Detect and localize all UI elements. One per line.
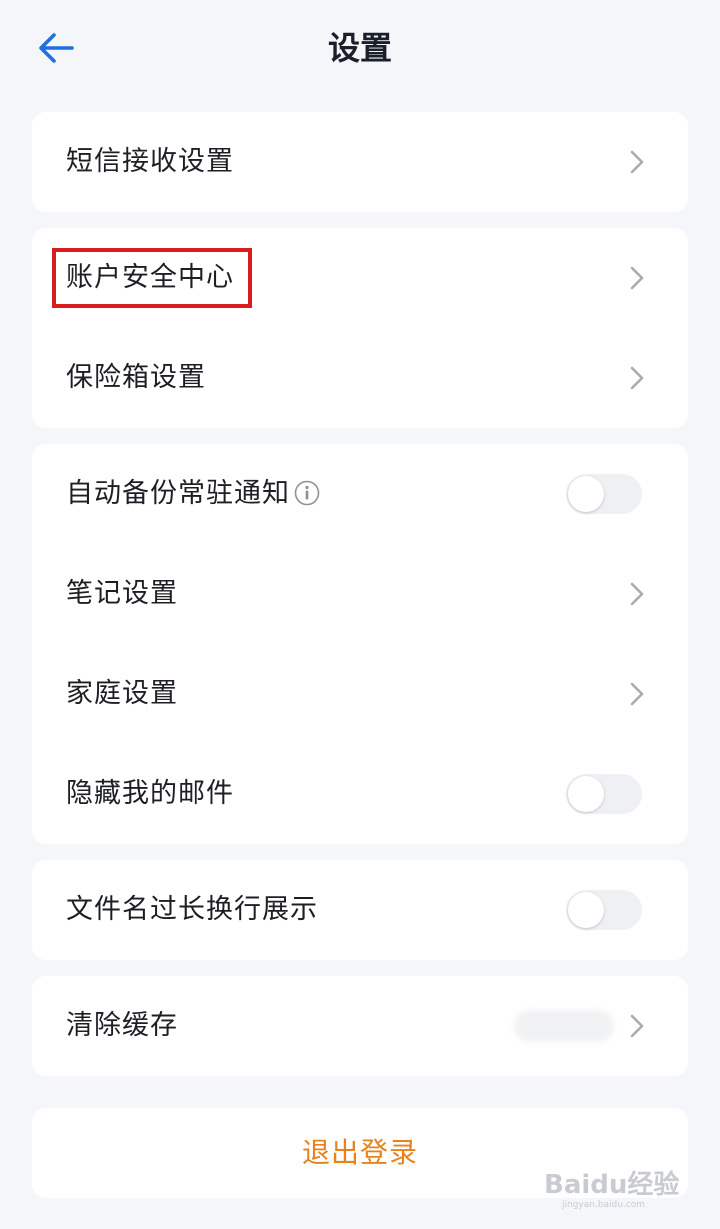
settings-group-file-names: 文件名过长换行展示 xyxy=(32,860,688,960)
hide-my-mail-toggle[interactable] xyxy=(566,774,642,814)
sms-receive-settings-label: 短信接收设置 xyxy=(66,146,234,177)
auto-backup-notification-item: 自动备份常驻通知 xyxy=(32,444,688,544)
long-filename-wrap-label: 文件名过长换行展示 xyxy=(66,894,318,925)
account-security-center-item[interactable]: 账户安全中心 xyxy=(32,228,688,328)
chevron-right-icon xyxy=(630,366,644,390)
auto-backup-notification-toggle[interactable] xyxy=(566,474,642,514)
long-filename-wrap-item: 文件名过长换行展示 xyxy=(32,860,688,960)
cache-size-value-blurred xyxy=(514,1010,614,1042)
info-circle-icon[interactable] xyxy=(294,480,320,506)
family-settings-label: 家庭设置 xyxy=(66,678,178,709)
page-title: 设置 xyxy=(327,29,392,67)
safe-box-settings-label: 保险箱设置 xyxy=(66,362,206,393)
sms-receive-settings-item[interactable]: 短信接收设置 xyxy=(32,112,688,212)
toggle-knob xyxy=(568,476,604,512)
settings-group-general: 自动备份常驻通知 笔记设置 家庭设置 隐藏我的邮件 xyxy=(32,444,688,844)
safe-box-settings-item[interactable]: 保险箱设置 xyxy=(32,328,688,428)
chevron-right-icon xyxy=(630,266,644,290)
chevron-right-icon xyxy=(630,150,644,174)
chevron-right-icon xyxy=(630,1014,644,1038)
notes-settings-label: 笔记设置 xyxy=(66,578,178,609)
notes-settings-item[interactable]: 笔记设置 xyxy=(32,544,688,644)
account-security-center-label: 账户安全中心 xyxy=(66,262,234,293)
watermark-text: Baidu经验 xyxy=(544,1169,679,1200)
chevron-right-icon xyxy=(630,682,644,706)
hide-my-mail-item: 隐藏我的邮件 xyxy=(32,744,688,844)
auto-backup-notification-label: 自动备份常驻通知 xyxy=(66,478,290,509)
toggle-knob xyxy=(568,776,604,812)
settings-group-security: 账户安全中心 保险箱设置 xyxy=(32,228,688,428)
clear-cache-label: 清除缓存 xyxy=(66,1010,178,1041)
family-settings-item[interactable]: 家庭设置 xyxy=(32,644,688,744)
long-filename-wrap-toggle[interactable] xyxy=(566,890,642,930)
watermark-subtext: jingyan.baidu.com xyxy=(561,1200,645,1210)
settings-group-cache: 清除缓存 xyxy=(32,976,688,1076)
clear-cache-item[interactable]: 清除缓存 xyxy=(32,976,688,1076)
hide-my-mail-label: 隐藏我的邮件 xyxy=(66,778,234,809)
top-bar: 设置 xyxy=(0,0,720,100)
chevron-right-icon xyxy=(630,582,644,606)
baidu-jingyan-watermark: Baidu经验 jingyan.baidu.com xyxy=(544,1169,679,1210)
toggle-knob xyxy=(568,892,604,928)
settings-group-sms: 短信接收设置 xyxy=(32,112,688,212)
